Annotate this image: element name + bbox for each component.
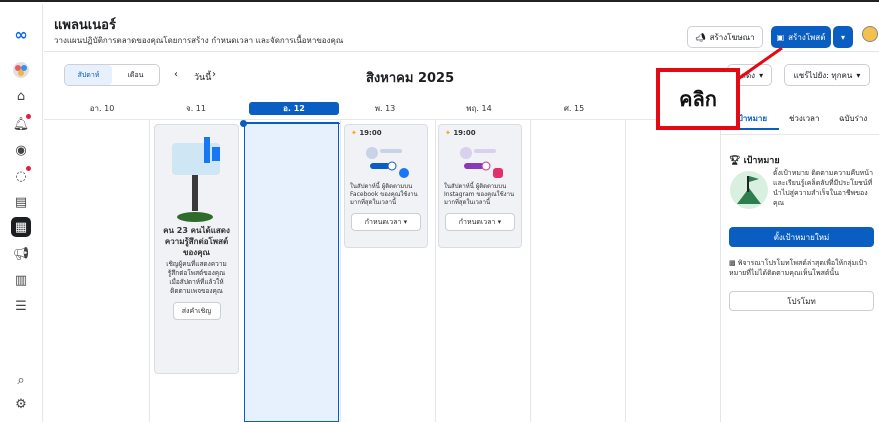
avatar[interactable]	[862, 26, 878, 42]
page-subtitle: วางแผนปฏิบัติการตลาดของคุณโดยการสร้าง กำ…	[54, 36, 344, 45]
settings-icon[interactable]: ⚙	[11, 394, 31, 414]
schedule-button[interactable]: กำหนดเวลา ▾	[351, 213, 421, 231]
promote-icon: ▩	[729, 259, 736, 267]
day-header[interactable]: ศ. 15	[544, 102, 604, 115]
day-header-selected[interactable]: อ. 12	[249, 102, 339, 115]
best-time-label: 19:00	[359, 129, 382, 137]
best-time-label: 19:00	[453, 129, 476, 137]
instagram-illustration	[460, 147, 503, 178]
mailbox-illustration	[171, 137, 220, 222]
planner-icon[interactable]: ▦	[11, 217, 31, 237]
planner-window: ∞ ⌂ 🔔︎ ◉ ◌ ▤ ▦ 📢︎ ▥ ☰ ⌕ ⚙ แพลนเนอร์ วางแ…	[0, 0, 879, 422]
meta-logo-icon[interactable]: ∞	[11, 24, 31, 44]
view-month-option[interactable]: เดือน	[112, 65, 159, 85]
set-new-goal-button[interactable]: ตั้งเป้าหมายใหม่	[729, 227, 874, 247]
current-time-line	[244, 123, 340, 124]
activity-icon[interactable]: ◌	[11, 166, 31, 186]
home-icon[interactable]: ⌂	[11, 86, 31, 106]
annotation-click-label: คลิก	[656, 68, 740, 130]
sparkle-icon: ✦	[351, 129, 357, 137]
day-header[interactable]: จ. 11	[166, 102, 226, 115]
day-header-row: อา. 10 จ. 11 อ. 12 พ. 13 พฤ. 14 ศ. 15	[44, 98, 720, 120]
menu-icon[interactable]: ☰	[11, 296, 31, 316]
best-time-card-instagram[interactable]: ✦ 19:00 ในสัปดาห์นี้ ผู้ติดตามบน Instagr…	[438, 124, 522, 248]
schedule-button[interactable]: กำหนดเวลา ▾	[445, 213, 515, 231]
prev-arrow-icon[interactable]: ‹	[174, 69, 178, 80]
next-arrow-icon[interactable]: ›	[212, 69, 216, 80]
search-icon[interactable]: ⌕	[11, 370, 31, 390]
insights-icon[interactable]: ▥	[11, 270, 31, 290]
chevron-down-icon: ▾	[840, 32, 845, 42]
promote-button[interactable]: โปรโมท	[729, 291, 874, 311]
left-rail: ∞ ⌂ 🔔︎ ◉ ◌ ▤ ▦ 📢︎ ▥ ☰ ⌕ ⚙	[0, 4, 43, 422]
day-column[interactable]	[149, 120, 150, 422]
day-header[interactable]: พฤ. 14	[449, 102, 509, 115]
goal-description: ตั้งเป้าหมาย ติดตามความคืบหน้า และเรียนร…	[773, 169, 874, 207]
tab-time-slots[interactable]: ช่วงเวลา	[789, 112, 819, 125]
day-header[interactable]: อา. 10	[72, 102, 132, 115]
send-invite-button[interactable]: ส่งคำเชิญ	[172, 302, 221, 320]
tab-drafts[interactable]: ฉบับร่าง	[839, 112, 867, 125]
best-time-text: ในสัปดาห์นี้ ผู้ติดตามบน Facebook ของคุณ…	[350, 183, 418, 206]
best-time-card-facebook[interactable]: ✦ 19:00 ในสัปดาห์นี้ ผู้ติดตามบน Faceboo…	[344, 124, 428, 248]
selected-day-column[interactable]	[244, 122, 339, 422]
promo-card-body: เชิญผู้คนที่แสดงความรู้สึกต่อโพสต์ของคุณ…	[166, 260, 227, 295]
day-column[interactable]	[530, 120, 531, 422]
day-column[interactable]	[625, 120, 626, 422]
ads-icon[interactable]: 📢︎	[11, 244, 31, 264]
facebook-illustration	[366, 147, 409, 178]
day-column[interactable]	[340, 120, 341, 422]
megaphone-icon: 📣︎	[695, 32, 706, 42]
day-header[interactable]: พ. 13	[355, 102, 415, 115]
promote-hint: ▩ พิจารณาโปรโมทโพสต์ล่าสุดเพื่อให้กลุ่มเ…	[729, 259, 868, 277]
view-week-option[interactable]: สัปดาห์	[65, 65, 112, 85]
view-toggle: สัปดาห์ เดือน	[64, 64, 160, 86]
promo-card-title: คน 23 คนได้แสดงความรู้สึกต่อโพสต์ของคุณ	[163, 226, 230, 257]
profile-avatar-icon[interactable]	[11, 60, 31, 80]
trophy-icon: 🏆︎	[729, 156, 741, 166]
post-icon: ▣	[776, 32, 785, 42]
day-column[interactable]	[435, 120, 436, 422]
content-icon[interactable]: ◉	[11, 140, 31, 160]
followers-promo-card: คน 23 คนได้แสดงความรู้สึกต่อโพสต์ของคุณ …	[154, 124, 239, 374]
month-title: สิงหาคม 2025	[366, 71, 455, 86]
best-time-text: ในสัปดาห์นี้ ผู้ติดตามบน Instagram ของคุ…	[444, 183, 515, 206]
right-panel: เป้าหมาย ช่วงเวลา ฉบับร่าง 🏆︎ เป้าหมาย ต…	[720, 98, 879, 422]
notifications-icon[interactable]: 🔔︎	[11, 114, 31, 134]
sparkle-icon: ✦	[445, 129, 451, 137]
page-title: แพลนเนอร์	[54, 18, 116, 33]
goal-heading: 🏆︎ เป้าหมาย	[729, 156, 780, 166]
create-post-dropdown[interactable]: ▾	[833, 26, 853, 48]
goal-flag-icon	[730, 171, 768, 209]
inbox-icon[interactable]: ▤	[11, 192, 31, 212]
today-button[interactable]: วันนี้	[194, 70, 211, 84]
